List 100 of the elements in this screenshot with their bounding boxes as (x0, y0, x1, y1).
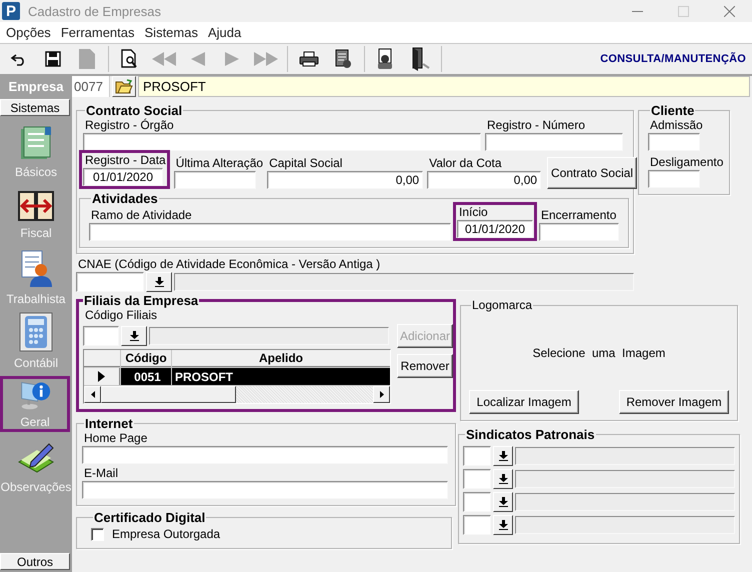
book-icon (18, 190, 54, 222)
notepad-pencil-icon (17, 442, 55, 476)
group-title: Atividades (91, 191, 159, 206)
down-arrow-icon (498, 497, 508, 507)
input-field[interactable]: 01/01/2020 (457, 220, 533, 238)
input-field[interactable]: 01/01/2020 (83, 168, 163, 186)
field-label: Desligamento (649, 155, 724, 170)
group-title: Certificado Digital (93, 510, 206, 525)
table-cell: PROSOFT (172, 368, 390, 385)
minimize-icon (632, 10, 642, 12)
input-field[interactable] (174, 171, 256, 189)
column-header: Apelido (172, 350, 390, 367)
company-name-field: PROSOFT (138, 76, 750, 97)
app-logo: P (2, 2, 20, 20)
input-field[interactable] (485, 133, 623, 151)
field-label: Código Filiais (84, 308, 158, 323)
input-field[interactable] (648, 133, 700, 151)
menu-item[interactable]: Sistemas (140, 25, 203, 40)
company-code-field: 0077 (72, 76, 110, 97)
group-title: Cliente (650, 103, 696, 118)
code-field[interactable] (463, 446, 491, 466)
person-document-icon (20, 250, 52, 288)
field-label: Encerramento (540, 208, 618, 223)
down-arrow-icon (498, 451, 508, 461)
field-label: E-Mail (83, 466, 120, 481)
scroll-right-button[interactable] (373, 386, 390, 403)
menu-item[interactable]: Opções (1, 25, 56, 40)
lookup-button[interactable] (493, 469, 513, 489)
down-arrow-icon (498, 474, 508, 484)
previous-icon (189, 51, 207, 67)
field-label: Registro - Número (486, 118, 586, 133)
calculator-icon (19, 312, 53, 352)
input-field[interactable] (648, 170, 700, 188)
window-title: Cadastro de Empresas (28, 4, 162, 18)
checkbox[interactable] (91, 528, 104, 541)
first-icon (151, 51, 177, 67)
table-row[interactable]: 0051 PROSOFT (84, 368, 390, 385)
code-field[interactable] (76, 272, 144, 292)
lookup-button[interactable] (493, 446, 513, 466)
lookup-button[interactable] (121, 326, 147, 346)
code-field[interactable] (83, 326, 119, 346)
input-field[interactable] (539, 223, 619, 241)
lookup-button[interactable] (146, 272, 172, 292)
code-field[interactable] (463, 515, 491, 535)
code-field[interactable] (463, 492, 491, 512)
sidebar-header-button[interactable]: Sistemas (0, 99, 70, 116)
close-icon (724, 6, 734, 16)
mode-label: CONSULTA/MANUTENÇÃO (600, 53, 746, 65)
open-button[interactable] (112, 76, 136, 97)
image-button[interactable]: Localizar Imagem (469, 390, 579, 414)
group-title: Filiais da Empresa (83, 293, 200, 308)
group-title: Sindicatos Patronais (465, 427, 596, 442)
company-label: Empresa (0, 76, 72, 97)
save-icon (45, 51, 61, 67)
input-field[interactable] (82, 481, 448, 499)
scroll-left-button[interactable] (84, 386, 101, 403)
lookup-button[interactable] (493, 515, 513, 535)
last-icon (253, 51, 279, 67)
down-arrow-icon (154, 277, 164, 287)
input-field[interactable] (83, 133, 481, 151)
field-label: Última Alteração (174, 156, 264, 171)
image-button[interactable]: Remover Imagem (619, 390, 729, 414)
scroll-thumb[interactable] (101, 386, 236, 403)
group-title: Contrato Social (85, 103, 184, 118)
field-label: Registro - Órgão (84, 118, 175, 133)
group-title: Logomarca (471, 298, 534, 312)
table-cell: 0051 (121, 368, 171, 385)
down-arrow-icon (130, 331, 138, 341)
left-arrow-icon (90, 391, 94, 398)
row-indicator-icon (98, 371, 105, 382)
sidebar-footer-button[interactable]: Outros (0, 553, 70, 570)
field-label: Home Page (83, 431, 148, 446)
field-label: Valor da Cota (428, 156, 503, 171)
group-title: Internet (84, 416, 134, 431)
document-icon (78, 48, 96, 70)
lookup-button[interactable] (493, 492, 513, 512)
right-arrow-icon (380, 391, 384, 398)
field-label: Capital Social (268, 156, 344, 171)
input-field[interactable] (82, 446, 448, 464)
column-header: Código (121, 350, 171, 367)
preview-icon (121, 49, 139, 69)
checkbox-label: Empresa Outorgada (111, 527, 220, 542)
input-field[interactable] (89, 223, 451, 241)
code-field[interactable] (463, 469, 491, 489)
maximize-icon (678, 6, 688, 16)
documents-icon (19, 124, 53, 160)
input-field[interactable]: 0,00 (267, 171, 424, 189)
field-label: Admissão (649, 118, 704, 133)
menu-item[interactable]: Ajuda (202, 25, 246, 40)
menu-item[interactable]: Ferramentas (56, 25, 140, 40)
field-label: Ramo de Atividade (90, 208, 193, 223)
down-arrow-icon (498, 520, 508, 530)
input-field[interactable]: 0,00 (427, 171, 542, 189)
placeholder-message: Selecione uma Imagem (532, 346, 666, 360)
contract-button[interactable]: Contrato Social (547, 157, 638, 189)
next-icon (223, 51, 241, 67)
field-label: CNAE (Código de Atividade Econômica - Versão Antiga ) (77, 257, 382, 272)
printer-icon (299, 51, 319, 67)
folder-icon (115, 79, 133, 94)
remove-button[interactable]: Remover (397, 354, 453, 378)
